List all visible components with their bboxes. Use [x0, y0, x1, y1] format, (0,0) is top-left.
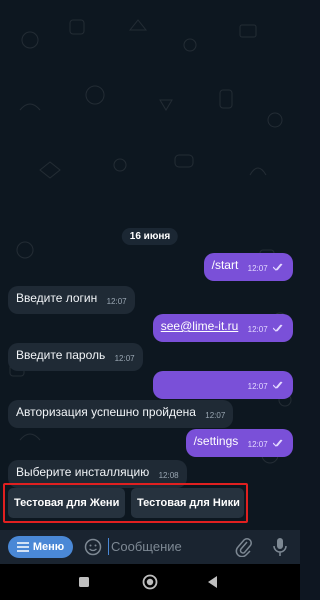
message-outgoing[interactable]: /settings 12:07: [185, 429, 293, 457]
home-circle-icon[interactable]: [142, 574, 158, 590]
message-time: 12:07: [205, 411, 226, 420]
menu-button[interactable]: Меню: [8, 536, 73, 558]
highlight-box: [3, 483, 248, 523]
menu-lines-icon: [16, 542, 29, 552]
recents-square-icon[interactable]: [78, 576, 90, 588]
message-text: /settings: [193, 434, 239, 448]
date-separator: 16 июня: [121, 228, 179, 245]
message-time: 12:07: [247, 325, 268, 334]
system-navbar: [0, 564, 300, 600]
microphone-icon[interactable]: [272, 536, 288, 558]
message-time: 12:07: [106, 297, 127, 306]
message-text: Выберите инсталляцию: [16, 465, 150, 479]
message-text: Введите логин: [16, 291, 98, 305]
email-link[interactable]: see@lime-it.ru: [161, 319, 239, 333]
message-outgoing[interactable]: /start 12:07: [203, 253, 293, 281]
text-caret: [108, 538, 109, 555]
double-check-icon: [273, 439, 283, 447]
emoji-icon[interactable]: [84, 538, 102, 556]
attach-icon[interactable]: [235, 537, 253, 557]
message-text: Введите пароль: [16, 348, 106, 362]
message-input[interactable]: Сообщение: [111, 539, 182, 554]
chat-area[interactable]: 16 июня /start 12:07 Введите логин 12:07…: [0, 0, 300, 530]
message-incoming[interactable]: Авторизация успешно пройдена 12:07: [8, 400, 234, 428]
message-outgoing[interactable]: see@lime-it.ru 12:07: [152, 314, 293, 342]
message-time: 12:07: [247, 440, 268, 449]
message-text: Авторизация успешно пройдена: [16, 405, 196, 419]
double-check-icon: [273, 263, 283, 271]
back-triangle-icon[interactable]: [206, 575, 218, 589]
message-input-bar: Меню Сообщение: [0, 530, 300, 564]
message-incoming[interactable]: Введите логин 12:07: [8, 286, 135, 314]
message-time: 12:07: [114, 354, 135, 363]
message-time: 12:07: [247, 264, 268, 273]
menu-button-label: Меню: [32, 541, 65, 553]
message-time: 12:07: [247, 382, 268, 391]
double-check-icon: [273, 324, 283, 332]
message-outgoing[interactable]: 12:07: [153, 371, 293, 399]
message-time: 12:08: [158, 471, 179, 480]
message-text: /start: [211, 258, 239, 272]
double-check-icon: [273, 381, 283, 389]
message-incoming[interactable]: Введите пароль 12:07: [8, 343, 143, 371]
